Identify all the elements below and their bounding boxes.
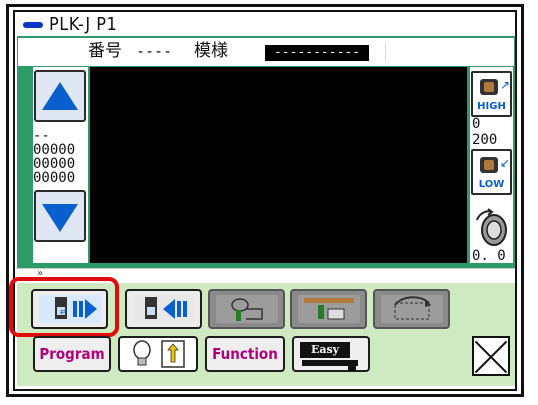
lightbulb-info-icon [133, 340, 185, 368]
arrow-icon: ↙ [500, 156, 511, 170]
spool-icon [480, 79, 498, 95]
close-button[interactable] [472, 336, 510, 376]
left-value-2: 00000 [33, 156, 76, 172]
header-blank-field [385, 42, 511, 62]
magnify-pattern-icon [216, 295, 278, 323]
conversion-button[interactable] [373, 289, 450, 329]
window-title: PLK-J P1 [49, 14, 118, 35]
tension-high-button[interactable]: ↗ HIGH [471, 71, 512, 117]
function-button[interactable]: Function [205, 336, 285, 372]
spool-icon [480, 157, 498, 173]
status-mark-icon [23, 22, 43, 28]
tension-low-button[interactable]: ↙ LOW [471, 149, 512, 195]
write-pattern-button[interactable] [125, 289, 202, 329]
setting-button[interactable] [290, 289, 367, 329]
tension-value-top: 0 [472, 116, 481, 132]
title-bar: PLK-J P1 [17, 14, 515, 38]
low-label: LOW [478, 179, 505, 190]
write-data-icon [133, 295, 195, 323]
number-value: ---- [136, 42, 173, 60]
number-label: 番号 [88, 41, 122, 61]
info-button[interactable] [118, 336, 198, 372]
easy-button[interactable]: Easy [292, 336, 370, 372]
arrow-icon: ↗ [500, 78, 511, 92]
high-label: HIGH [477, 101, 506, 112]
pattern-value: ----------- [265, 45, 369, 61]
pattern-label: 模様 [194, 41, 228, 61]
highlight-frame [9, 277, 119, 337]
info-header: 番号 ---- 模様 ----------- [18, 38, 514, 66]
arrow-down-icon [42, 204, 78, 232]
scroll-down-button[interactable] [34, 190, 86, 242]
left-value-dash: -- [33, 128, 50, 144]
speed-value: 0. 0 [472, 248, 506, 264]
program-button[interactable]: Program [33, 336, 111, 372]
pattern-display [90, 67, 467, 263]
tension-value-mid: 200 [472, 132, 498, 148]
rotate-pattern-icon [381, 295, 443, 323]
handwheel-icon [476, 208, 507, 246]
pattern-edit-button[interactable] [208, 289, 285, 329]
sewing-machine-icon [302, 360, 358, 371]
arrow-up-icon [42, 82, 78, 110]
scroll-up-button[interactable] [34, 70, 86, 122]
left-value-1: 00000 [33, 142, 76, 158]
left-value-3: 00000 [33, 170, 76, 186]
ruler-setting-icon [298, 295, 360, 323]
right-panel: ↗ HIGH 0 200 ↙ LOW 0. 0 [470, 67, 513, 263]
easy-label: Easy [300, 342, 350, 358]
